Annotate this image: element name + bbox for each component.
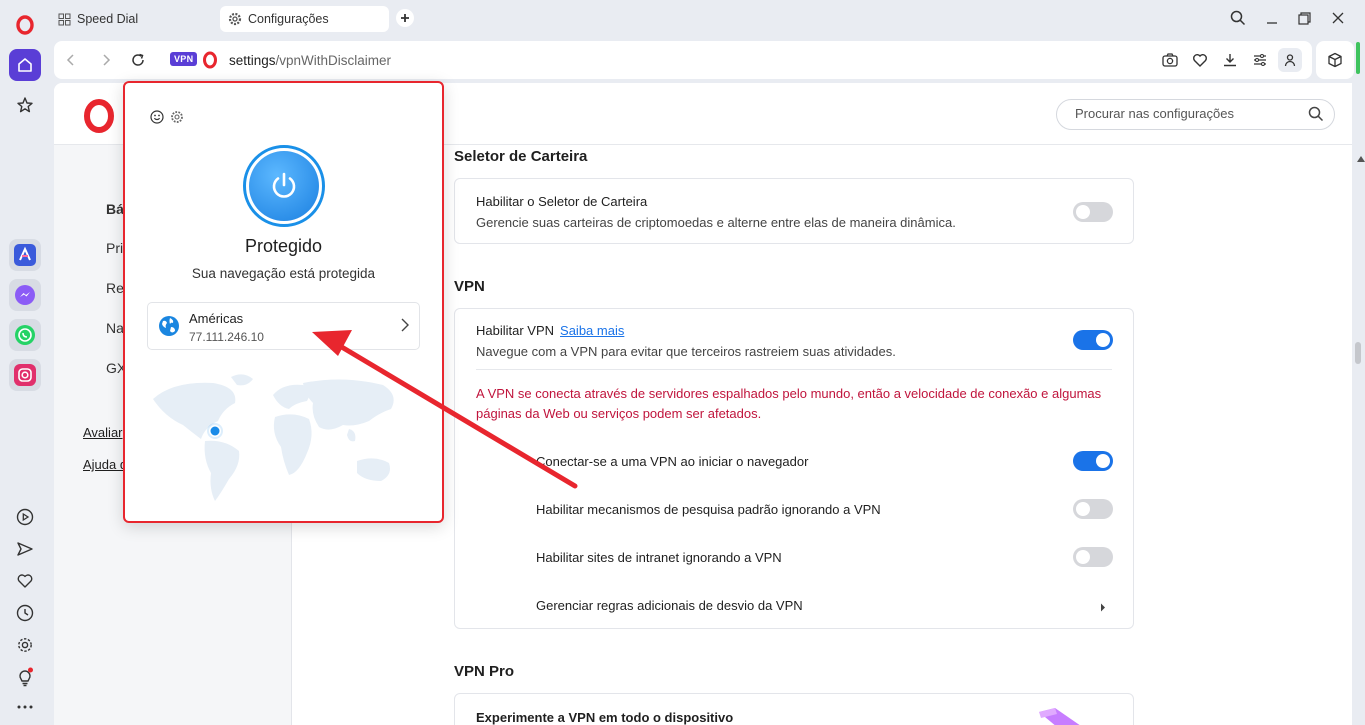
heart-icon[interactable]: [1190, 50, 1210, 70]
vpn-toggle[interactable]: [1073, 330, 1113, 350]
settings-search[interactable]: [1056, 99, 1335, 130]
scroll-up-arrow-icon[interactable]: [1357, 150, 1365, 165]
help-link[interactable]: Ajuda d: [83, 457, 127, 472]
nav-basico[interactable]: Bá: [106, 201, 124, 217]
vpn-enable-title: Habilitar VPN Saiba mais: [476, 323, 625, 338]
vpn-pro-illustration-icon: [1033, 704, 1093, 725]
rate-opera-link[interactable]: Avaliar: [83, 425, 123, 440]
vpn-ip-address: 77.111.246.10: [189, 330, 264, 344]
forward-arrow-icon[interactable]: [96, 50, 116, 70]
profile-avatar-icon[interactable]: [1278, 48, 1302, 72]
tab-label: Speed Dial: [77, 12, 139, 26]
wallet-enable-desc: Gerencie suas carteiras de criptomoedas …: [476, 215, 956, 230]
tab-search-icon[interactable]: [1228, 8, 1248, 28]
tab-label: Configurações: [248, 12, 329, 26]
home-icon[interactable]: [9, 49, 41, 81]
vpn-bypass-search-label: Habilitar mecanismos de pesquisa padrão …: [536, 502, 881, 517]
vpn-pro-card: Experimente a VPN em todo o dispositivo: [454, 693, 1134, 725]
learn-more-link[interactable]: Saiba mais: [560, 323, 624, 338]
nav-recursos[interactable]: Re: [106, 280, 124, 296]
minimize-icon[interactable]: [1262, 8, 1282, 28]
vpn-bypass-rules-label[interactable]: Gerenciar regras adicionais de desvio da…: [536, 598, 803, 613]
vpn-card: Habilitar VPN Saiba mais Navegue com a VP…: [454, 308, 1134, 629]
vpn-location-selector[interactable]: Américas 77.111.246.10: [147, 302, 420, 350]
nav-navegador[interactable]: Na: [106, 320, 124, 336]
section-title-vpn-pro: VPN Pro: [454, 663, 515, 680]
opera-sidebar: [0, 0, 50, 725]
messenger-icon[interactable]: [9, 279, 41, 311]
opera-logo-icon: [202, 51, 218, 72]
nav-privacidade[interactable]: Pri: [106, 240, 123, 256]
back-arrow-icon[interactable]: [61, 50, 81, 70]
opera-menu-icon[interactable]: [9, 9, 41, 41]
power-icon: [249, 151, 319, 221]
vpn-status-subtitle: Sua navegação está protegida: [191, 266, 376, 281]
tab-bar: Speed Dial Configurações: [50, 0, 1365, 38]
globe-icon: [158, 315, 180, 340]
chevron-right-icon: [401, 318, 409, 335]
camera-snapshot-icon[interactable]: [1160, 50, 1180, 70]
new-tab-plus-icon[interactable]: [396, 9, 414, 27]
address-bar: VPN settings/vpnWithDisclaimer: [54, 41, 1312, 79]
history-clock-icon[interactable]: [9, 597, 41, 629]
section-title-wallet: Seletor de Carteira: [454, 148, 588, 165]
settings-gear-icon: [228, 12, 242, 26]
page-scrollbar-thumb[interactable]: [1355, 342, 1361, 364]
close-window-icon[interactable]: [1328, 8, 1348, 28]
vpn-settings-gear-icon[interactable]: [170, 110, 184, 127]
vpn-popup: Protegido Sua navegação está protegida A…: [123, 81, 444, 523]
tab-speed-dial[interactable]: Speed Dial: [50, 6, 210, 32]
divider: [476, 369, 1112, 370]
tab-scroll-indicator: [1356, 42, 1360, 74]
wallet-toggle[interactable]: [1073, 202, 1113, 222]
vpn-enable-desc: Navegue com a VPN para evitar que tercei…: [476, 344, 896, 359]
chevron-right-icon[interactable]: [1100, 600, 1106, 615]
wallet-enable-title: Habilitar o Seletor de Carteira: [476, 194, 648, 209]
tab-configuracoes[interactable]: Configurações: [220, 6, 389, 32]
vpn-location-name: Américas: [189, 311, 244, 326]
easy-setup-sliders-icon[interactable]: [1250, 50, 1270, 70]
speed-dial-grid-icon: [58, 13, 71, 26]
settings-search-input[interactable]: [1075, 106, 1295, 121]
extensions-cube-icon[interactable]: [1316, 41, 1354, 79]
more-dots-icon[interactable]: [9, 691, 41, 723]
send-flow-icon[interactable]: [9, 533, 41, 565]
heart-icon[interactable]: [9, 565, 41, 597]
feedback-smiley-icon[interactable]: [150, 110, 164, 127]
instagram-icon[interactable]: [9, 359, 41, 391]
aria-ai-icon[interactable]: [9, 239, 41, 271]
vpn-connect-on-start-label: Conectar-se a uma VPN ao iniciar o naveg…: [536, 454, 809, 469]
vpn-power-button[interactable]: [243, 145, 325, 227]
download-icon[interactable]: [1220, 50, 1240, 70]
vpn-warning-text: A VPN se conecta através de servidores e…: [476, 386, 1102, 421]
vpn-status-title: Protegido: [244, 236, 323, 256]
vpn-connect-on-start-toggle[interactable]: [1073, 451, 1113, 471]
vpn-intranet-label: Habilitar sites de intranet ignorando a …: [536, 550, 782, 565]
url-text[interactable]: settings/vpnWithDisclaimer: [229, 53, 391, 68]
opera-logo-icon: [82, 99, 116, 136]
vpn-badge-button[interactable]: VPN: [170, 52, 198, 66]
star-bookmarks-icon[interactable]: [9, 89, 41, 121]
whatsapp-icon[interactable]: [9, 319, 41, 351]
restore-icon[interactable]: [1294, 8, 1314, 28]
wallet-card: Habilitar o Seletor de Carteira Gerencie…: [454, 178, 1134, 244]
vpn-pro-title: Experimente a VPN em todo o dispositivo: [476, 710, 734, 725]
vpn-bypass-search-toggle[interactable]: [1073, 499, 1113, 519]
tips-lightbulb-icon[interactable]: [9, 661, 41, 693]
section-title-vpn: VPN: [454, 278, 485, 295]
settings-gear-icon[interactable]: [9, 629, 41, 661]
vpn-intranet-toggle[interactable]: [1073, 547, 1113, 567]
world-map-image: [143, 369, 403, 507]
search-icon[interactable]: [1308, 106, 1324, 125]
reload-icon[interactable]: [128, 50, 148, 70]
player-icon[interactable]: [9, 501, 41, 533]
